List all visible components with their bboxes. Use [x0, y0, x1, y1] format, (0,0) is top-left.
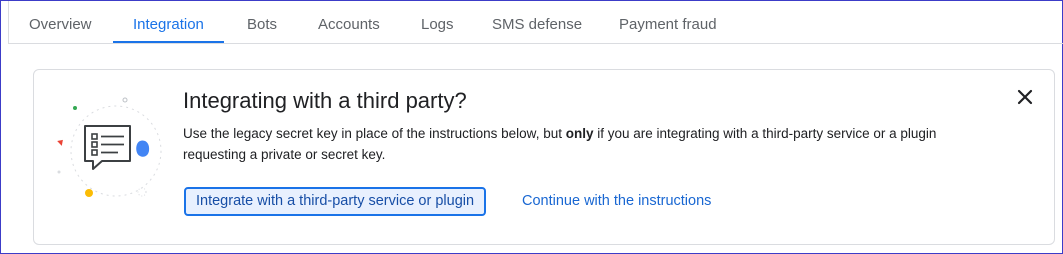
third-party-info-card: Integrating with a third party? Use the …	[33, 69, 1055, 245]
tab-overview[interactable]: Overview	[9, 1, 112, 43]
card-title: Integrating with a third party?	[183, 88, 467, 113]
integrate-third-party-button[interactable]: Integrate with a third-party service or …	[184, 187, 487, 216]
tab-payment-fraud[interactable]: Payment fraud	[599, 1, 737, 43]
tab-logs[interactable]: Logs	[401, 1, 474, 43]
desc-emphasis: only	[565, 126, 594, 141]
tab-sms-defense[interactable]: SMS defense	[472, 1, 602, 43]
tab-integration[interactable]: Integration	[113, 1, 224, 43]
window-frame: Overview Integration Bots Accounts Logs …	[0, 0, 1063, 254]
card-description: Use the legacy secret key in place of th…	[183, 123, 1003, 165]
tab-bar: Overview Integration Bots Accounts Logs …	[8, 1, 1063, 44]
chat-list-icon	[52, 96, 162, 206]
tab-bots[interactable]: Bots	[227, 1, 297, 43]
desc-text-before: Use the legacy secret key in place of th…	[183, 126, 566, 141]
close-icon[interactable]	[1014, 86, 1036, 108]
tab-accounts[interactable]: Accounts	[298, 1, 400, 43]
continue-instructions-button[interactable]: Continue with the instructions	[522, 187, 711, 216]
